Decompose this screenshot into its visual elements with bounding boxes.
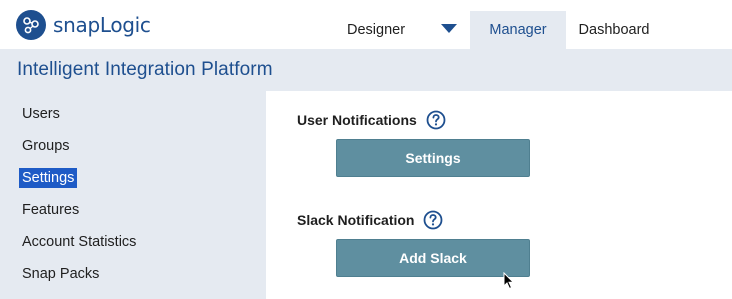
caret-down-icon[interactable] [441, 24, 457, 33]
sidebar-item-groups[interactable]: Groups [22, 135, 70, 157]
mouse-pointer-icon [503, 271, 515, 290]
page: snapLogic Designer Manager Dashboard Int… [0, 0, 732, 299]
sidebar-item-users[interactable]: Users [22, 103, 60, 125]
question-circle-icon[interactable] [423, 210, 443, 230]
nav-manager[interactable]: Manager [470, 11, 566, 49]
slack-notification-label: Slack Notification [297, 212, 415, 228]
nav-designer[interactable]: Designer [340, 11, 412, 49]
question-circle-icon[interactable] [426, 110, 446, 130]
sidebar-item-settings[interactable]: Settings [19, 168, 78, 188]
slack-notification-section: Slack Notification [297, 210, 443, 230]
sidebar-item-account-statistics[interactable]: Account Statistics [22, 231, 136, 253]
logo-text: snapLogic [53, 13, 151, 37]
snaplogic-logo-icon [16, 10, 46, 40]
sidebar-item-snap-packs[interactable]: Snap Packs [22, 263, 99, 285]
sidebar-item-features[interactable]: Features [22, 199, 79, 221]
user-notifications-label: User Notifications [297, 112, 417, 128]
page-title: Intelligent Integration Platform [17, 59, 273, 80]
user-notifications-section: User Notifications [297, 110, 446, 130]
top-navigation-bar: snapLogic Designer Manager Dashboard [0, 0, 732, 49]
sidebar: Users Groups Settings Features Account S… [0, 91, 266, 299]
page-banner: Intelligent Integration Platform [0, 49, 732, 91]
user-notifications-settings-button[interactable]: Settings [336, 139, 530, 177]
nav-dashboard[interactable]: Dashboard [566, 11, 662, 49]
add-slack-button[interactable]: Add Slack [336, 239, 530, 277]
logo[interactable]: snapLogic [16, 9, 151, 41]
